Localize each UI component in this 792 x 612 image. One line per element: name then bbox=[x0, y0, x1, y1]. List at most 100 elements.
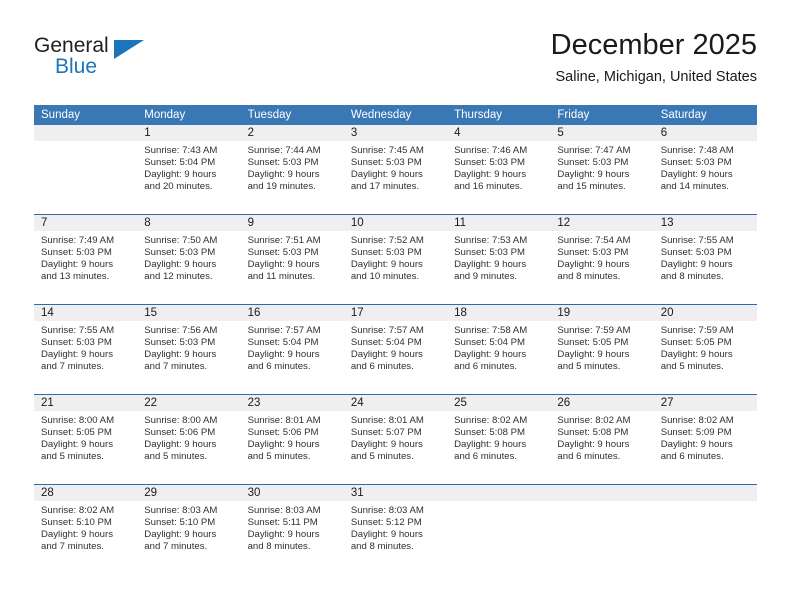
calendar-day-cell[interactable]: 8 Sunrise: 7:50 AM Sunset: 5:03 PM Daylight… bbox=[137, 215, 241, 304]
day-number: 8 bbox=[137, 215, 241, 231]
daylight-text-line2: and 9 minutes. bbox=[454, 271, 518, 283]
daylight-text-line1: Daylight: 9 hours bbox=[350, 439, 423, 451]
daylight-text-line2: and 6 minutes. bbox=[454, 361, 518, 373]
calendar-day-cell[interactable]: 30 Sunrise: 8:03 AM Sunset: 5:11 PM Dayligh… bbox=[240, 485, 344, 574]
day-number: 20 bbox=[653, 305, 757, 321]
calendar-day-cell[interactable]: 15 Sunrise: 7:56 AM Sunset: 5:03 PM Dayligh… bbox=[137, 305, 241, 394]
calendar-day-cell[interactable]: 10 Sunrise: 7:52 AM Sunset: 5:03 PM Dayligh… bbox=[343, 215, 448, 304]
calendar-day-cell[interactable]: 28 Sunrise: 8:02 AM Sunset: 5:10 PM Dayligh… bbox=[34, 485, 138, 574]
calendar-day-cell[interactable]: 12 Sunrise: 7:54 AM Sunset: 5:03 PM Dayligh… bbox=[550, 215, 654, 304]
calendar-day-cell[interactable]: 31 Sunrise: 8:03 AM Sunset: 5:12 PM Dayligh… bbox=[343, 485, 448, 574]
sunset-text: Sunset: 5:05 PM bbox=[41, 427, 112, 439]
calendar-day-cell[interactable]: 25 Sunrise: 8:02 AM Sunset: 5:08 PM Dayligh… bbox=[447, 395, 551, 484]
calendar-day-cell[interactable]: 16 Sunrise: 7:57 AM Sunset: 5:04 PM Dayligh… bbox=[240, 305, 344, 394]
weekday-header-thursday: Thursday bbox=[447, 105, 551, 125]
day-details: Sunrise: 7:50 AM Sunset: 5:03 PM Daylight:… bbox=[137, 231, 240, 283]
calendar-day-cell[interactable]: 22 Sunrise: 8:00 AM Sunset: 5:06 PM Dayligh… bbox=[137, 395, 241, 484]
calendar-week-row: 1 Sunrise: 7:43 AM Sunset: 5:04 PM Daylight… bbox=[34, 125, 757, 215]
daylight-text-line2: and 20 minutes. bbox=[144, 181, 213, 193]
sunrise-text: Sunrise: 7:55 AM bbox=[660, 235, 734, 246]
daylight-text-line1: Daylight: 9 hours bbox=[660, 169, 733, 181]
calendar-day-cell[interactable]: 26 Sunrise: 8:02 AM Sunset: 5:08 PM Dayligh… bbox=[550, 395, 654, 484]
sunrise-text: Sunrise: 8:03 AM bbox=[144, 505, 218, 516]
day-details: Sunrise: 7:44 AM Sunset: 5:03 PM Daylight:… bbox=[241, 141, 344, 193]
calendar-day-cell[interactable]: 2 Sunrise: 7:44 AM Sunset: 5:03 PM Daylight… bbox=[240, 125, 344, 214]
day-number bbox=[550, 485, 654, 501]
day-details: Sunrise: 8:02 AM Sunset: 5:08 PM Daylight:… bbox=[550, 411, 653, 463]
calendar-day-cell[interactable]: 1 Sunrise: 7:43 AM Sunset: 5:04 PM Daylight… bbox=[137, 125, 241, 214]
day-details: Sunrise: 7:55 AM Sunset: 5:03 PM Daylight:… bbox=[654, 231, 757, 283]
calendar-day-cell-empty bbox=[653, 485, 757, 574]
day-details: Sunrise: 7:55 AM Sunset: 5:03 PM Daylight:… bbox=[34, 321, 137, 373]
daylight-text-line2: and 5 minutes. bbox=[660, 361, 724, 373]
daylight-text-line2: and 12 minutes. bbox=[144, 271, 213, 283]
daylight-text-line2: and 8 minutes. bbox=[350, 541, 414, 553]
day-number: 29 bbox=[137, 485, 241, 501]
daylight-text-line2: and 10 minutes. bbox=[350, 271, 420, 283]
day-number: 12 bbox=[550, 215, 654, 231]
day-number: 26 bbox=[550, 395, 654, 411]
daylight-text-line2: and 6 minutes. bbox=[350, 361, 414, 373]
calendar-week-row: 7 Sunrise: 7:49 AM Sunset: 5:03 PM Daylight… bbox=[34, 214, 757, 305]
calendar-day-cell[interactable]: 9 Sunrise: 7:51 AM Sunset: 5:03 PM Daylight… bbox=[240, 215, 344, 304]
calendar-day-cell[interactable]: 14 Sunrise: 7:55 AM Sunset: 5:03 PM Dayligh… bbox=[34, 305, 138, 394]
daylight-text-line2: and 7 minutes. bbox=[144, 541, 208, 553]
sunset-text: Sunset: 5:04 PM bbox=[247, 337, 319, 349]
sunrise-text: Sunrise: 8:00 AM bbox=[144, 415, 218, 426]
calendar-day-cell[interactable]: 19 Sunrise: 7:59 AM Sunset: 5:05 PM Dayligh… bbox=[550, 305, 654, 394]
sunrise-text: Sunrise: 7:47 AM bbox=[557, 145, 631, 156]
calendar-day-cell[interactable]: 20 Sunrise: 7:59 AM Sunset: 5:05 PM Dayligh… bbox=[653, 305, 757, 394]
sunset-text: Sunset: 5:05 PM bbox=[660, 337, 732, 349]
sunrise-text: Sunrise: 8:03 AM bbox=[247, 505, 321, 516]
calendar-day-cell[interactable]: 17 Sunrise: 7:57 AM Sunset: 5:04 PM Dayligh… bbox=[343, 305, 448, 394]
sunset-text: Sunset: 5:03 PM bbox=[41, 337, 112, 349]
sunset-text: Sunset: 5:03 PM bbox=[557, 157, 629, 169]
day-number: 25 bbox=[447, 395, 551, 411]
day-details: Sunrise: 8:01 AM Sunset: 5:06 PM Daylight:… bbox=[241, 411, 344, 463]
sunrise-text: Sunrise: 8:02 AM bbox=[557, 415, 631, 426]
sunset-text: Sunset: 5:08 PM bbox=[454, 427, 526, 439]
calendar-day-cell[interactable]: 21 Sunrise: 8:00 AM Sunset: 5:05 PM Dayligh… bbox=[34, 395, 138, 484]
calendar-day-cell[interactable]: 29 Sunrise: 8:03 AM Sunset: 5:10 PM Dayligh… bbox=[137, 485, 241, 574]
sunset-text: Sunset: 5:11 PM bbox=[247, 517, 318, 529]
day-number: 27 bbox=[653, 395, 757, 411]
calendar-day-cell[interactable]: 5 Sunrise: 7:47 AM Sunset: 5:03 PM Daylight… bbox=[550, 125, 654, 214]
day-details: Sunrise: 7:48 AM Sunset: 5:03 PM Daylight:… bbox=[654, 141, 757, 193]
daylight-text-line1: Daylight: 9 hours bbox=[144, 349, 217, 361]
location-subtitle: Saline, Michigan, United States bbox=[555, 69, 758, 85]
sunset-text: Sunset: 5:03 PM bbox=[660, 247, 732, 259]
calendar-day-cell[interactable]: 4 Sunrise: 7:46 AM Sunset: 5:03 PM Daylight… bbox=[447, 125, 551, 214]
calendar-day-cell[interactable]: 11 Sunrise: 7:53 AM Sunset: 5:03 PM Dayligh… bbox=[447, 215, 551, 304]
sunrise-text: Sunrise: 7:44 AM bbox=[247, 145, 321, 156]
sunset-text: Sunset: 5:03 PM bbox=[247, 157, 319, 169]
day-details: Sunrise: 8:00 AM Sunset: 5:05 PM Daylight:… bbox=[34, 411, 137, 463]
calendar-day-cell[interactable]: 27 Sunrise: 8:02 AM Sunset: 5:09 PM Dayligh… bbox=[653, 395, 757, 484]
calendar-day-cell[interactable]: 23 Sunrise: 8:01 AM Sunset: 5:06 PM Dayligh… bbox=[240, 395, 344, 484]
daylight-text-line2: and 8 minutes. bbox=[247, 541, 311, 553]
sunrise-text: Sunrise: 8:02 AM bbox=[660, 415, 734, 426]
daylight-text-line2: and 6 minutes. bbox=[247, 361, 311, 373]
day-number: 18 bbox=[447, 305, 551, 321]
daylight-text-line1: Daylight: 9 hours bbox=[350, 259, 423, 271]
sunset-text: Sunset: 5:04 PM bbox=[144, 157, 216, 169]
calendar-day-cell[interactable]: 24 Sunrise: 8:01 AM Sunset: 5:07 PM Dayligh… bbox=[343, 395, 448, 484]
calendar-week-row: 28 Sunrise: 8:02 AM Sunset: 5:10 PM Dayligh… bbox=[34, 484, 757, 574]
day-details: Sunrise: 7:47 AM Sunset: 5:03 PM Daylight:… bbox=[550, 141, 653, 193]
day-number bbox=[34, 125, 138, 141]
calendar-day-cell-empty bbox=[550, 485, 654, 574]
calendar-day-cell[interactable]: 18 Sunrise: 7:58 AM Sunset: 5:04 PM Dayligh… bbox=[447, 305, 551, 394]
daylight-text-line1: Daylight: 9 hours bbox=[41, 259, 113, 271]
calendar-day-cell[interactable]: 6 Sunrise: 7:48 AM Sunset: 5:03 PM Daylight… bbox=[653, 125, 757, 214]
sunset-text: Sunset: 5:09 PM bbox=[660, 427, 732, 439]
sunrise-text: Sunrise: 7:53 AM bbox=[454, 235, 528, 246]
sunrise-text: Sunrise: 7:49 AM bbox=[41, 235, 115, 246]
calendar-day-cell[interactable]: 7 Sunrise: 7:49 AM Sunset: 5:03 PM Daylight… bbox=[34, 215, 138, 304]
day-number: 15 bbox=[137, 305, 241, 321]
sunrise-text: Sunrise: 7:54 AM bbox=[557, 235, 631, 246]
calendar-day-cell[interactable]: 3 Sunrise: 7:45 AM Sunset: 5:03 PM Daylight… bbox=[343, 125, 448, 214]
general-blue-logo[interactable]: General Blue bbox=[34, 34, 164, 86]
calendar-header-row: Sunday Monday Tuesday Wednesday Thursday… bbox=[34, 105, 757, 125]
day-details: Sunrise: 8:00 AM Sunset: 5:06 PM Daylight:… bbox=[137, 411, 240, 463]
sunrise-text: Sunrise: 7:43 AM bbox=[144, 145, 218, 156]
calendar-day-cell[interactable]: 13 Sunrise: 7:55 AM Sunset: 5:03 PM Dayligh… bbox=[653, 215, 757, 304]
